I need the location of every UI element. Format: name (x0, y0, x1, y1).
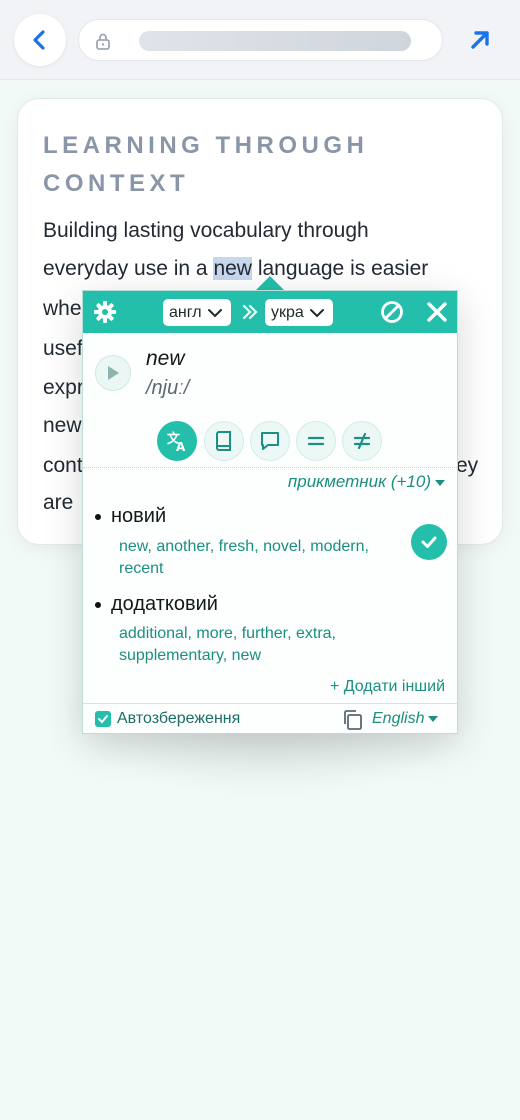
meaning-1-word: новий (111, 505, 167, 527)
equals-icon (307, 436, 325, 446)
selected-word[interactable]: new (213, 257, 252, 280)
interface-language-label: English (372, 710, 425, 727)
book-icon (216, 431, 231, 451)
article-line-8: are (43, 491, 74, 514)
bullet-icon (95, 601, 101, 608)
check-icon (421, 536, 437, 548)
not-equal-icon (353, 432, 371, 450)
pronounce-button[interactable] (95, 355, 131, 391)
caret-down-icon (428, 715, 439, 722)
translate-tab[interactable]: 文 A (157, 421, 197, 461)
source-language-select[interactable]: англ (163, 299, 231, 326)
lock-icon (96, 33, 110, 50)
play-icon (108, 366, 119, 380)
dictionary-tab[interactable] (204, 421, 244, 461)
chevron-down-icon (207, 308, 222, 317)
article-line-1: Building lasting vocabulary through (43, 219, 369, 242)
source-language-label: англ (169, 303, 202, 321)
popup-pointer (256, 276, 284, 290)
meaning-1[interactable]: новий (95, 505, 166, 528)
gear-icon[interactable] (93, 300, 117, 324)
phonetic-transcription: /njuː/ (146, 377, 190, 399)
translation-popup: англ укра new /njuː/ 文 A прикметник (+10… (82, 290, 458, 734)
close-icon[interactable] (425, 300, 449, 324)
article-line-3: whe (43, 297, 82, 320)
synonyms-tab[interactable] (296, 421, 336, 461)
footer-divider (83, 703, 457, 704)
comment-icon (261, 432, 279, 450)
caret-down-icon (435, 479, 445, 486)
chevron-down-icon (309, 308, 324, 317)
svg-text:A: A (176, 440, 186, 453)
article-line-2: everyday use in a new language is easier (43, 257, 429, 280)
article-title: LEARNING THROUGH CONTEXT (43, 132, 369, 197)
autosave-checkbox[interactable]: Автозбереження (95, 710, 240, 728)
autosave-label: Автозбереження (117, 710, 241, 727)
meaning-2[interactable]: додатковий (95, 593, 218, 616)
popup-divider (83, 467, 457, 468)
chevron-left-icon (33, 30, 45, 50)
add-other-translation-link[interactable]: + Додати інший (330, 678, 445, 696)
article-line-5: expr (43, 376, 84, 399)
meaning-2-synonyms: additional, more, further, extra, supple… (119, 625, 336, 664)
target-language-label: укра (271, 303, 304, 321)
address-bar[interactable] (78, 19, 443, 61)
browser-toolbar (0, 0, 520, 80)
selected-translation-button[interactable] (411, 524, 447, 560)
interface-language-select[interactable]: English (372, 710, 439, 728)
target-language-select[interactable]: укра (265, 299, 333, 326)
popup-header: англ укра (83, 291, 457, 333)
bullet-icon (95, 513, 101, 520)
checkbox-checked-icon (95, 711, 111, 727)
arrow-up-right-icon[interactable] (466, 26, 494, 54)
part-of-speech-select[interactable]: прикметник (+10) (288, 472, 445, 492)
examples-tab[interactable] (250, 421, 290, 461)
antonyms-tab[interactable] (342, 421, 382, 461)
meaning-2-word: додатковий (111, 593, 218, 615)
article-line-7-end: ey (456, 454, 479, 477)
translate-icon: 文 A (167, 431, 186, 453)
part-of-speech-label: прикметник (+10) (287, 472, 431, 491)
double-chevron-right-icon[interactable] (241, 300, 259, 324)
translated-word: new (146, 347, 185, 370)
meaning-1-synonyms: new, another, fresh, novel, modern, rece… (119, 538, 369, 577)
article-line-6: new (43, 414, 82, 437)
url-text-redacted (139, 31, 411, 51)
article-line-4: usef (43, 337, 83, 360)
article-line-7: cont (43, 454, 83, 477)
copy-icon[interactable] (342, 709, 364, 731)
back-button[interactable] (14, 14, 66, 66)
block-icon[interactable] (380, 300, 404, 324)
